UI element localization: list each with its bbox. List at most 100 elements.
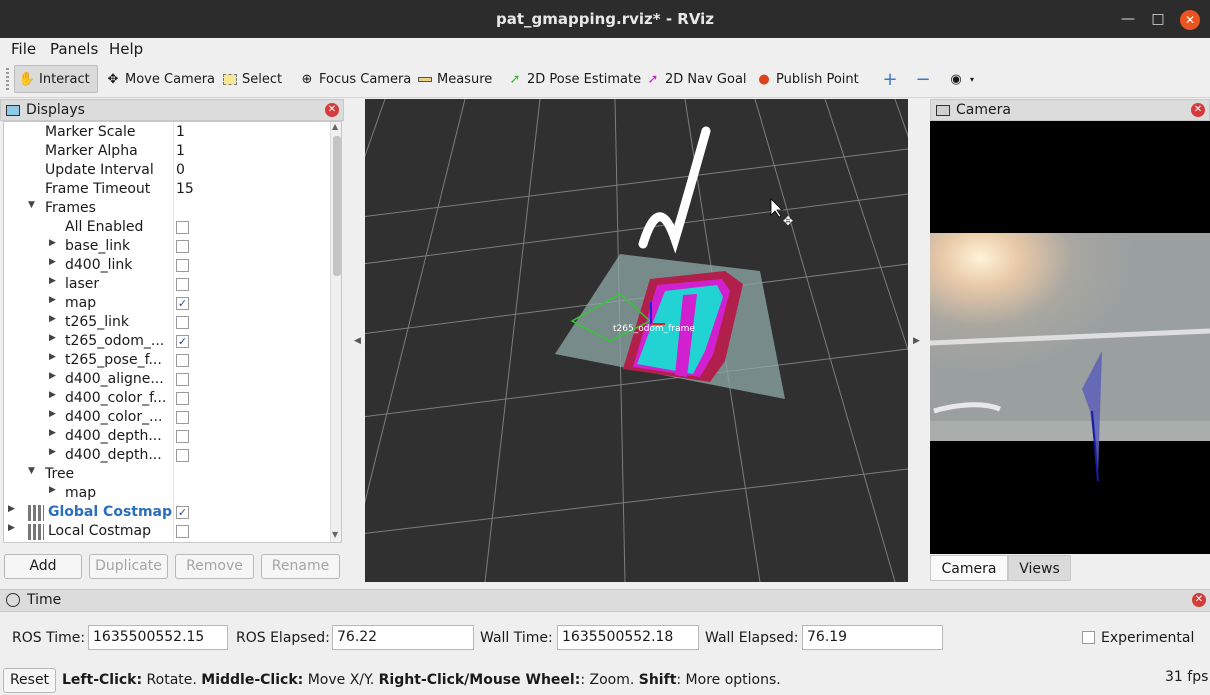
property-row[interactable]: Marker Scale 1 xyxy=(4,123,330,142)
tab-camera[interactable]: Camera xyxy=(930,555,1008,581)
close-icon[interactable]: ✕ xyxy=(1180,10,1200,30)
collapse-left-icon[interactable]: ◀ xyxy=(354,336,361,346)
tree-row[interactable]: ▶ map xyxy=(4,484,330,503)
collapsed-arrow-icon[interactable]: ▶ xyxy=(49,276,56,286)
camera-image-view[interactable] xyxy=(930,121,1210,554)
frame-checkbox[interactable] xyxy=(176,278,189,291)
menu-help[interactable]: Help xyxy=(109,40,143,58)
close-camera-icon[interactable]: ✕ xyxy=(1191,103,1205,117)
frame-checkbox[interactable]: ✓ xyxy=(176,335,189,348)
add-tool-button[interactable]: + xyxy=(878,65,902,93)
experimental-checkbox[interactable] xyxy=(1082,631,1095,644)
scroll-thumb[interactable] xyxy=(333,136,341,276)
measure-tool[interactable]: Measure xyxy=(413,65,496,93)
frame-checkbox[interactable]: ✓ xyxy=(176,297,189,310)
wall-time-field[interactable]: 1635500552.18 xyxy=(557,625,699,650)
duplicate-button[interactable]: Duplicate xyxy=(89,554,168,579)
frame-checkbox[interactable] xyxy=(176,449,189,462)
collapsed-arrow-icon[interactable]: ▶ xyxy=(49,485,56,495)
menu-file[interactable]: File xyxy=(11,40,36,58)
collapsed-arrow-icon[interactable]: ▶ xyxy=(49,257,56,267)
frame-checkbox[interactable] xyxy=(176,373,189,386)
render-canvas[interactable]: t265_odom_frame ✥ xyxy=(365,99,908,582)
collapsed-arrow-icon[interactable]: ▶ xyxy=(49,352,56,362)
frame-checkbox[interactable] xyxy=(176,240,189,253)
reset-button[interactable]: Reset xyxy=(3,668,56,693)
expanded-arrow-icon[interactable]: ▼ xyxy=(28,466,35,476)
frame-row[interactable]: ▶ d400_link xyxy=(4,256,330,275)
property-row[interactable]: Update Interval 0 xyxy=(4,161,330,180)
select-tool[interactable]: Select xyxy=(218,65,286,93)
menu-panels[interactable]: Panels xyxy=(50,40,98,58)
expanded-arrow-icon[interactable]: ▼ xyxy=(28,200,35,210)
frame-checkbox[interactable] xyxy=(176,316,189,329)
collapsed-arrow-icon[interactable]: ▶ xyxy=(49,333,56,343)
minimize-icon[interactable]: — xyxy=(1118,10,1138,30)
toolbar-grip[interactable] xyxy=(6,68,9,90)
ros-time-field[interactable]: 1635500552.15 xyxy=(88,625,228,650)
frame-row[interactable]: ▶ laser xyxy=(4,275,330,294)
frames-group[interactable]: ▼ Frames xyxy=(4,199,330,218)
display-row-global-costmap[interactable]: ▶ Global Costmap ✓ xyxy=(4,503,330,522)
frame-row[interactable]: ▶ d400_aligne... xyxy=(4,370,330,389)
wall-elapsed-field[interactable]: 76.19 xyxy=(802,625,943,650)
frame-row[interactable]: ▶ d400_depth... xyxy=(4,427,330,446)
display-checkbox[interactable]: ✓ xyxy=(176,506,189,519)
rename-button[interactable]: Rename xyxy=(261,554,340,579)
publish-point-tool[interactable]: ● Publish Point xyxy=(752,65,863,93)
property-row[interactable]: Frame Timeout 15 xyxy=(4,180,330,199)
tree-group[interactable]: ▼ Tree xyxy=(4,465,330,484)
ros-elapsed-field[interactable]: 76.22 xyxy=(332,625,474,650)
property-row[interactable]: Marker Alpha 1 xyxy=(4,142,330,161)
collapsed-arrow-icon[interactable]: ▶ xyxy=(49,238,56,248)
collapsed-arrow-icon[interactable]: ▶ xyxy=(49,428,56,438)
frame-row[interactable]: ▶ d400_depth... xyxy=(4,446,330,465)
collapsed-arrow-icon[interactable]: ▶ xyxy=(49,295,56,305)
remove-button[interactable]: Remove xyxy=(175,554,254,579)
frame-row[interactable]: ▶ d400_color_f... xyxy=(4,389,330,408)
property-value[interactable]: 1 xyxy=(176,124,185,140)
display-row-local-costmap[interactable]: ▶ Local Costmap xyxy=(4,522,330,541)
display-checkbox[interactable] xyxy=(176,525,189,538)
frame-row[interactable]: ▶ d400_color_... xyxy=(4,408,330,427)
scroll-down-icon[interactable]: ▼ xyxy=(332,530,338,539)
collapsed-arrow-icon[interactable]: ▶ xyxy=(49,409,56,419)
collapsed-arrow-icon[interactable]: ▶ xyxy=(49,447,56,457)
frame-row[interactable]: All Enabled xyxy=(4,218,330,237)
collapsed-arrow-icon[interactable]: ▶ xyxy=(49,314,56,324)
view-options-button[interactable]: ◉ ▾ xyxy=(944,65,980,93)
frame-row[interactable]: ▶ t265_odom_... ✓ xyxy=(4,332,330,351)
focus-camera-tool[interactable]: ⊕ Focus Camera xyxy=(295,65,415,93)
maximize-icon[interactable]: □ xyxy=(1148,10,1168,30)
displays-scrollbar[interactable]: ▲ ▼ xyxy=(330,122,341,542)
move-camera-tool[interactable]: ✥ Move Camera xyxy=(101,65,219,93)
frame-checkbox[interactable] xyxy=(176,221,189,234)
tab-views[interactable]: Views xyxy=(1008,555,1071,581)
nav-goal-tool[interactable]: ➚ 2D Nav Goal xyxy=(641,65,751,93)
close-displays-icon[interactable]: ✕ xyxy=(325,103,339,117)
frame-checkbox[interactable] xyxy=(176,411,189,424)
collapsed-arrow-icon[interactable]: ▶ xyxy=(8,523,15,533)
collapsed-arrow-icon[interactable]: ▶ xyxy=(49,371,56,381)
frame-row[interactable]: ▶ map ✓ xyxy=(4,294,330,313)
frame-row[interactable]: ▶ t265_pose_f... xyxy=(4,351,330,370)
add-button[interactable]: Add xyxy=(4,554,82,579)
frame-row[interactable]: ▶ base_link xyxy=(4,237,330,256)
pose-estimate-tool[interactable]: ➚ 2D Pose Estimate xyxy=(503,65,645,93)
property-value[interactable]: 15 xyxy=(176,181,194,197)
property-value[interactable]: 1 xyxy=(176,143,185,159)
collapsed-arrow-icon[interactable]: ▶ xyxy=(8,504,15,514)
collapse-right-icon[interactable]: ▶ xyxy=(913,336,920,346)
remove-tool-button[interactable]: − xyxy=(911,65,935,93)
frame-checkbox[interactable] xyxy=(176,354,189,367)
frame-checkbox[interactable] xyxy=(176,430,189,443)
3d-viewport[interactable]: t265_odom_frame ✥ xyxy=(365,99,908,582)
property-value[interactable]: 0 xyxy=(176,162,185,178)
frame-checkbox[interactable] xyxy=(176,259,189,272)
close-time-icon[interactable]: ✕ xyxy=(1192,593,1206,607)
scroll-up-icon[interactable]: ▲ xyxy=(332,122,338,131)
interact-tool[interactable]: ✋ Interact xyxy=(14,65,98,93)
frame-checkbox[interactable] xyxy=(176,392,189,405)
frame-row[interactable]: ▶ t265_link xyxy=(4,313,330,332)
collapsed-arrow-icon[interactable]: ▶ xyxy=(49,390,56,400)
